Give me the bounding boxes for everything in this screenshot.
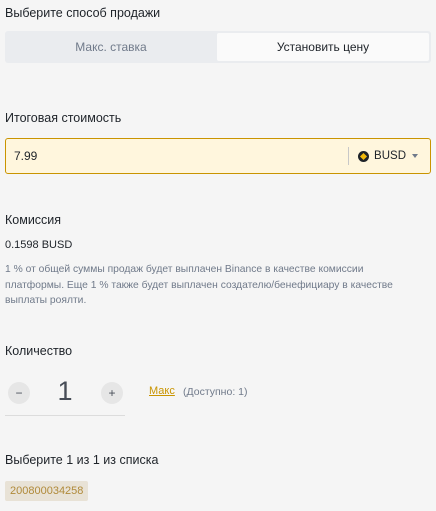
chevron-down-icon [412, 154, 418, 158]
sale-method-heading: Выберите способ продажи [5, 6, 161, 20]
increase-button[interactable]: + [101, 382, 123, 404]
fee-value: 0.1598 BUSD [5, 239, 73, 251]
decrease-button[interactable]: − [8, 382, 30, 404]
price-field: BUSD [5, 138, 431, 174]
fee-description: 1 % от общей суммы продаж будет выплачен… [5, 264, 393, 306]
busd-coin-icon [358, 150, 370, 162]
quantity-value[interactable]: 1 [45, 374, 85, 408]
option-set-price[interactable]: Установить цену [217, 33, 429, 61]
price-input[interactable] [6, 138, 349, 174]
item-id-tag[interactable]: 200800034258 [5, 481, 89, 501]
sale-method-toggle: Макс. ставка Установить цену [5, 31, 431, 63]
fee-heading: Комиссия [5, 213, 62, 227]
currency-label: BUSD [374, 150, 406, 162]
quantity-heading: Количество [5, 344, 73, 358]
total-cost-heading: Итоговая стоимость [5, 111, 122, 125]
option-max-bid[interactable]: Макс. ставка [5, 31, 217, 63]
selection-heading: Выберите 1 из 1 из списка [5, 453, 159, 467]
quantity-stepper: − 1 + [5, 371, 125, 416]
max-quantity-link[interactable]: Макс [149, 385, 175, 397]
available-count: (Доступно: 1) [183, 386, 248, 398]
currency-select[interactable]: BUSD [348, 147, 430, 165]
